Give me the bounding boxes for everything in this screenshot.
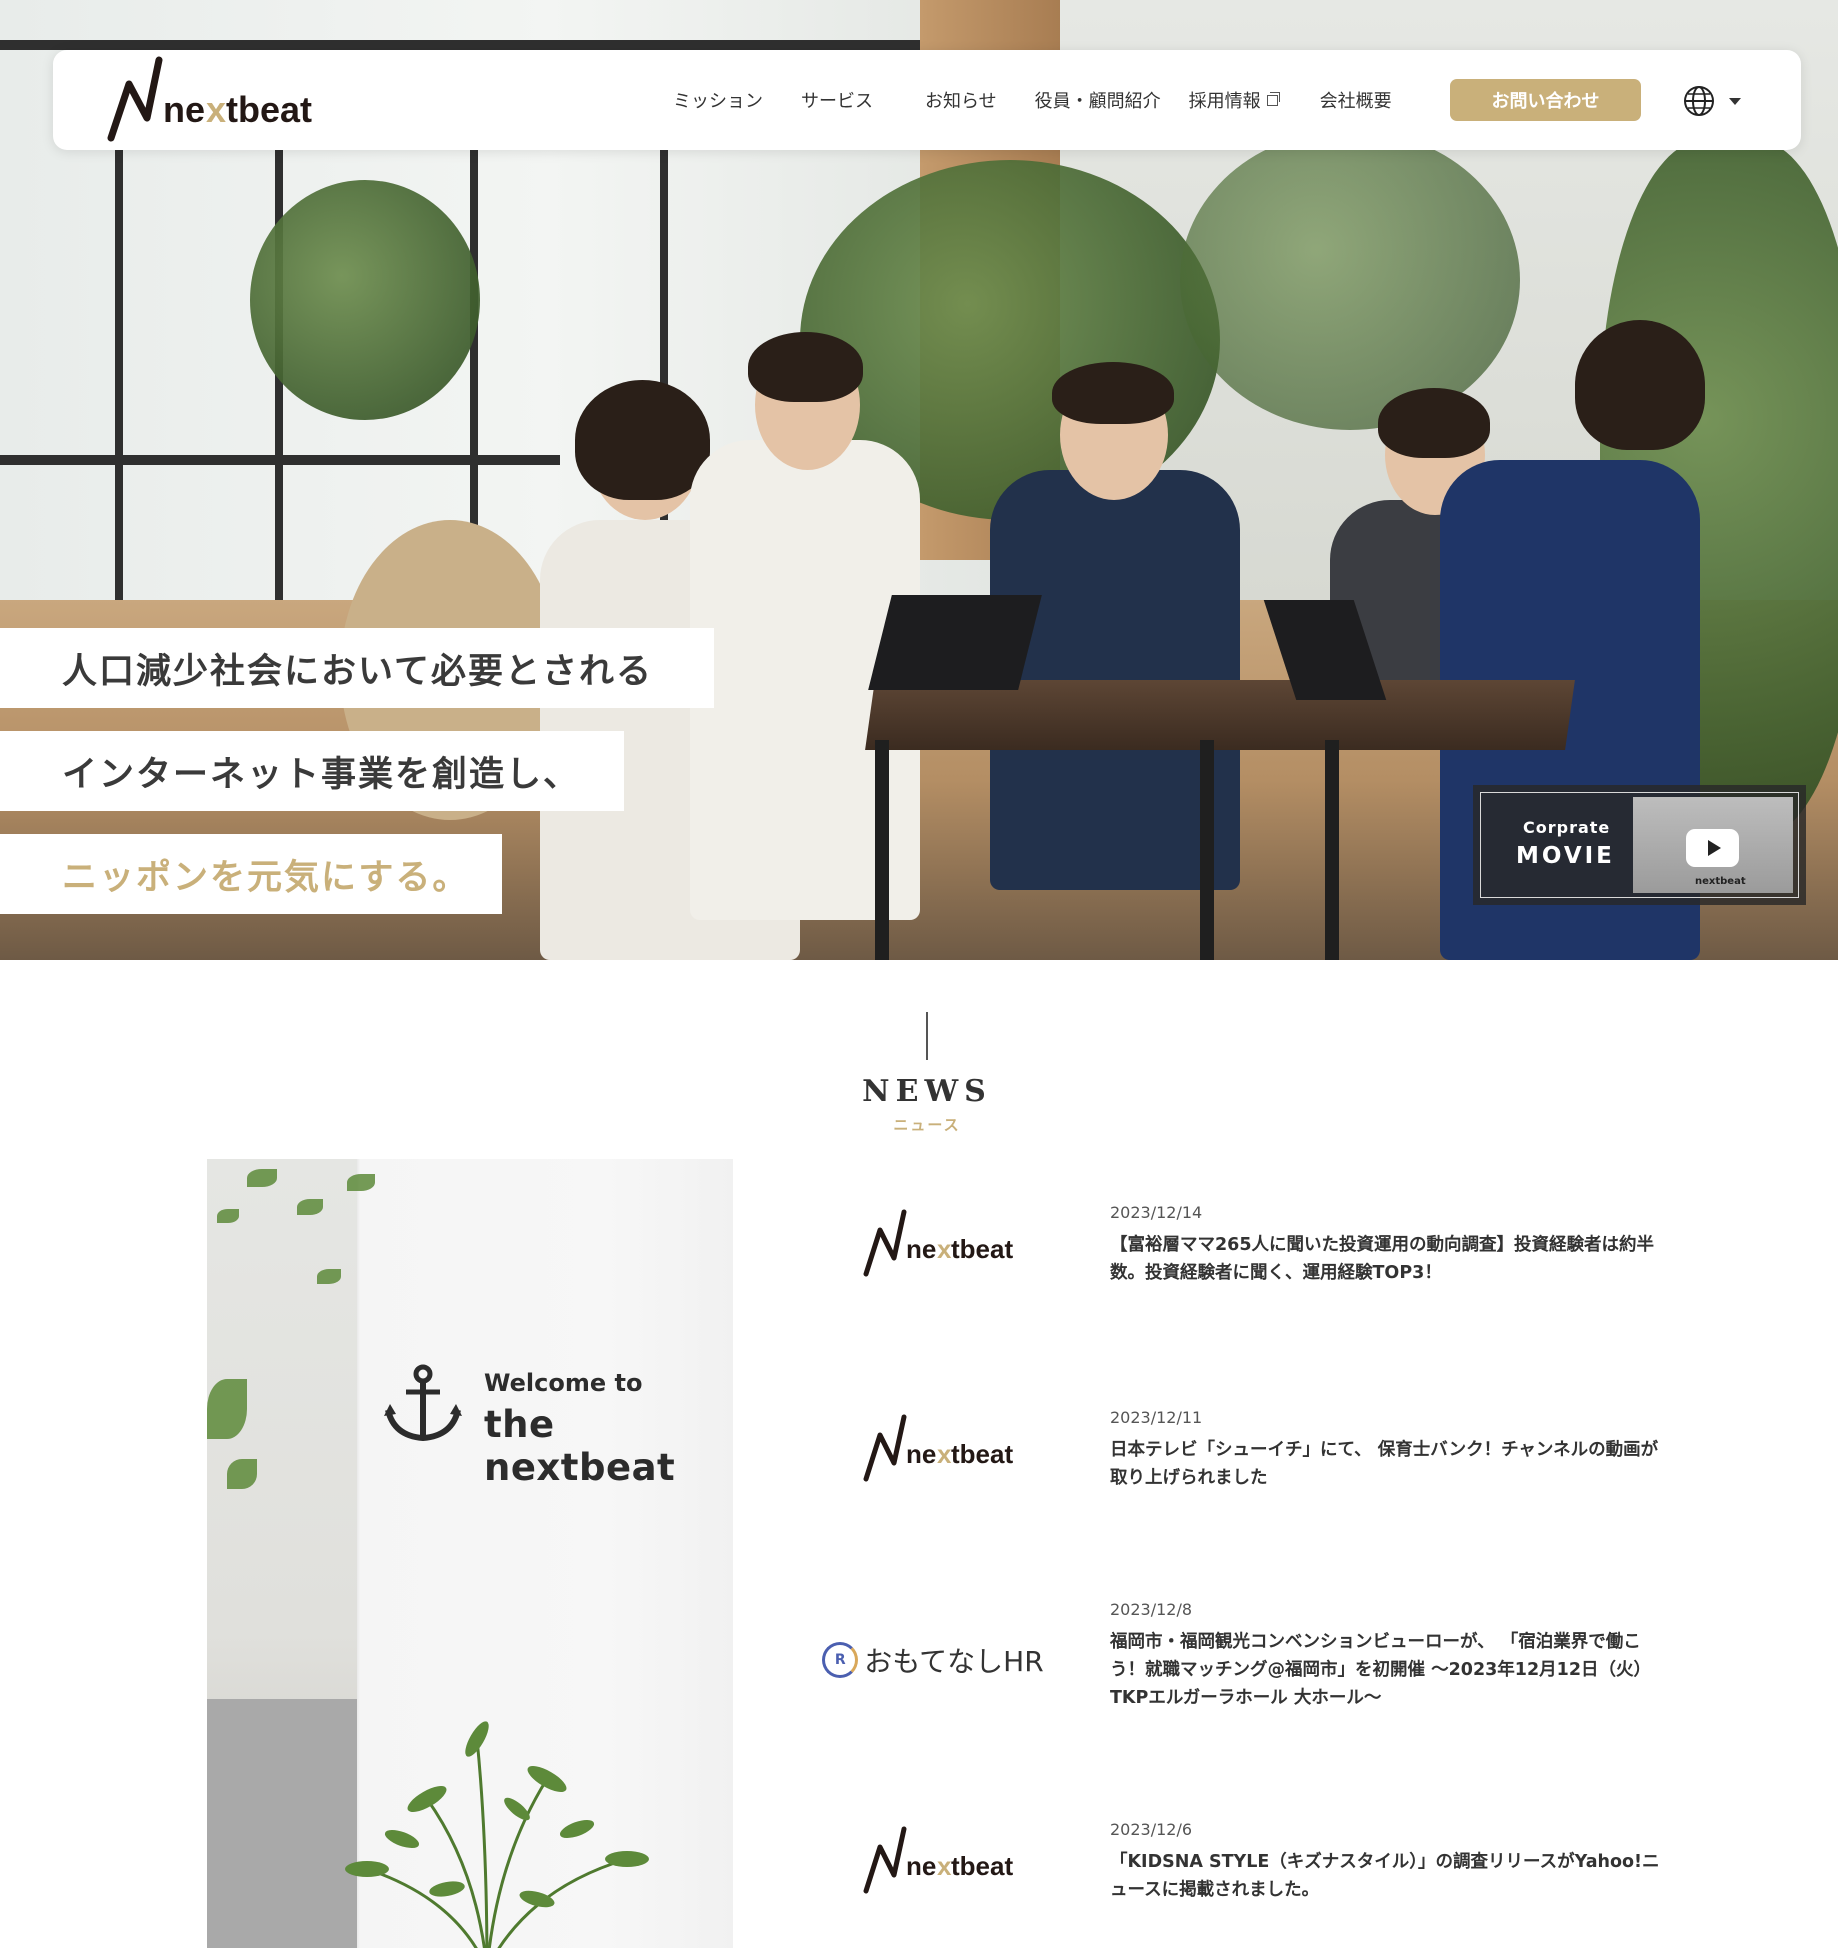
- table-leg: [1200, 740, 1214, 960]
- contact-button[interactable]: お問い合わせ: [1450, 79, 1641, 121]
- language-selector[interactable]: [1683, 83, 1753, 119]
- potted-plant: [345, 1721, 649, 1948]
- news-item-logo: ne x tbeat: [830, 1408, 1050, 1488]
- svg-text:ne: ne: [163, 89, 205, 130]
- table-leg: [1325, 740, 1339, 960]
- nav-item-news[interactable]: お知らせ: [925, 87, 997, 113]
- person-hair: [1575, 320, 1705, 450]
- plant: [250, 180, 480, 420]
- leaf: [247, 1169, 277, 1187]
- leaf: [217, 1209, 239, 1223]
- nav-item-recruit[interactable]: 採用情報: [1188, 87, 1280, 113]
- news-title: 福岡市・福岡観光コンベンションビューローが、 「宿泊業界で働こう！就職マッチング…: [1110, 1632, 1652, 1708]
- nav-item-service[interactable]: サービス: [801, 87, 873, 113]
- person-hair: [1052, 362, 1174, 424]
- movie-label-small: Corprate: [1523, 818, 1611, 837]
- omotenashi-hr-logo-text: おもてなしHR: [864, 1645, 1044, 1678]
- news-divider: [926, 1012, 928, 1060]
- news-item[interactable]: ne x tbeat 2023/12/11 日本テレビ「シューイチ」にて、 保育…: [830, 1408, 1690, 1528]
- nav-label: 会社概要: [1319, 91, 1392, 112]
- nav-item-mission[interactable]: ミッション: [673, 87, 763, 113]
- news-item-logo: ne x tbeat: [830, 1820, 1050, 1900]
- svg-text:x: x: [206, 89, 226, 130]
- leaf: [317, 1269, 341, 1284]
- svg-text:x: x: [937, 1234, 952, 1264]
- global-nav: ミッション サービス お知らせ 役員・顧問紹介 採用情報 会社概要: [673, 50, 1430, 150]
- movie-thumbnail: nextbeat: [1633, 797, 1793, 893]
- nextbeat-logo-icon: ne x tbeat: [863, 1826, 1013, 1894]
- person-hair: [1378, 388, 1490, 458]
- person-hair: [575, 380, 710, 500]
- movie-thumbnail-logo: nextbeat: [1695, 876, 1746, 887]
- movie-label-big: MOVIE: [1516, 843, 1615, 869]
- news-title: 【富裕層ママ265人に聞いた投資運用の動向調査】投資経験者は約半数。投資経験者に…: [1110, 1235, 1655, 1283]
- leaf: [297, 1199, 323, 1215]
- omotenashi-hr-logo: R おもてなしHR: [822, 1640, 1044, 1680]
- play-icon: [1708, 840, 1721, 856]
- svg-text:tbeat: tbeat: [951, 1851, 1013, 1881]
- nextbeat-logo-icon: ne x tbeat: [107, 56, 312, 142]
- news-item-logo: ne x tbeat: [830, 1203, 1050, 1283]
- leaf: [347, 1174, 375, 1191]
- nav-label: 役員・顧問紹介: [1034, 91, 1161, 112]
- leaf: [227, 1459, 257, 1489]
- news-heading: NEWS: [862, 1074, 992, 1109]
- news-date: 2023/12/8: [1110, 1600, 1193, 1619]
- svg-text:ne: ne: [906, 1234, 936, 1264]
- news-title: 日本テレビ「シューイチ」にて、 保育士バンク！チャンネルの動画が取り上げられまし…: [1110, 1440, 1659, 1488]
- svg-text:tbeat: tbeat: [951, 1234, 1013, 1264]
- news-item[interactable]: R おもてなしHR 2023/12/8 福岡市・福岡観光コンベンションビューロー…: [822, 1600, 1690, 1740]
- news-title: 「KIDSNA STYLE（キズナスタイル）」の調査リリースがYahoo!ニュー…: [1110, 1852, 1660, 1900]
- site-header: ne x tbeat ミッション サービス お知らせ 役員・顧問紹介 採用情報 …: [53, 50, 1801, 150]
- nextbeat-logo[interactable]: ne x tbeat: [103, 56, 343, 146]
- news-subheading: ニュース: [893, 1116, 961, 1134]
- news-date: 2023/12/6: [1110, 1820, 1193, 1839]
- svg-text:x: x: [937, 1439, 952, 1469]
- chevron-down-icon: [1729, 97, 1741, 105]
- news-date: 2023/12/11: [1110, 1408, 1203, 1427]
- news-item[interactable]: ne x tbeat 2023/12/14 【富裕層ママ265人に聞いた投資運用…: [830, 1203, 1690, 1323]
- nav-item-officers[interactable]: 役員・顧問紹介: [1035, 87, 1161, 113]
- table-leg: [875, 740, 889, 960]
- hero-copy-line-2: インターネット事業を創造し、: [0, 731, 624, 811]
- plant: [1180, 130, 1520, 430]
- svg-text:x: x: [937, 1851, 952, 1881]
- hero-copy-line-3: ニッポンを元気にする。: [0, 834, 502, 914]
- nav-label: お知らせ: [925, 91, 997, 112]
- news-date: 2023/12/14: [1110, 1203, 1203, 1222]
- table: [865, 680, 1575, 750]
- globe-icon: [1684, 86, 1714, 116]
- person-hair: [748, 332, 863, 402]
- hero-copy-line-1: 人口減少社会において必要とされる: [0, 628, 714, 708]
- news-item-logo: R おもてなしHR: [818, 1620, 1048, 1700]
- nextbeat-logo-icon: ne x tbeat: [863, 1414, 1013, 1482]
- nav-item-company[interactable]: 会社概要: [1320, 87, 1392, 113]
- welcome-text-line-1: Welcome to: [484, 1369, 643, 1397]
- nav-label: ミッション: [673, 91, 763, 112]
- corporate-movie-button[interactable]: Corprate MOVIE nextbeat: [1473, 785, 1806, 905]
- news-item[interactable]: ne x tbeat 2023/12/6 「KIDSNA STYLE（キズナスタ…: [830, 1820, 1690, 1940]
- laptop: [868, 595, 1042, 690]
- welcome-photo: Welcome to the nextbeat: [207, 1159, 733, 1948]
- anchor-icon: [384, 1364, 462, 1442]
- hr-badge-icon: R: [822, 1642, 859, 1678]
- svg-text:tbeat: tbeat: [951, 1439, 1013, 1469]
- nextbeat-logo-icon: ne x tbeat: [863, 1209, 1013, 1277]
- leaf: [207, 1379, 247, 1439]
- svg-text:ne: ne: [906, 1851, 936, 1881]
- svg-text:tbeat: tbeat: [226, 89, 312, 130]
- welcome-text-line-2: the nextbeat: [484, 1403, 676, 1489]
- svg-text:ne: ne: [906, 1439, 936, 1469]
- nav-label: 採用情報: [1188, 91, 1261, 112]
- external-link-icon: [1266, 91, 1280, 106]
- nav-label: サービス: [801, 91, 873, 112]
